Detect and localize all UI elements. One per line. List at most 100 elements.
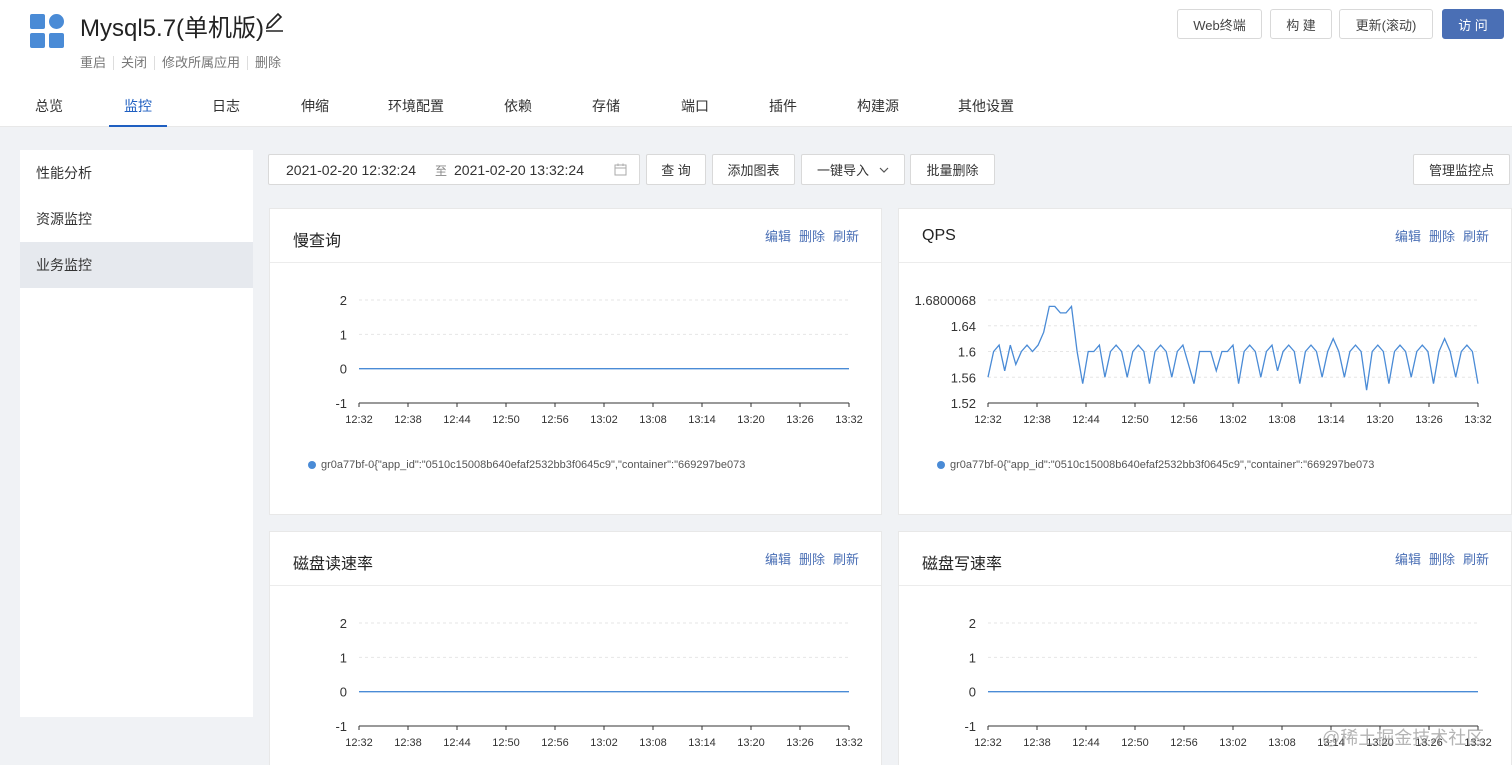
x-tick-label: 13:20 [1366,414,1394,426]
delete-link[interactable]: 删除 [247,56,288,70]
slow-query-chart: 2 1 0 -1 12:32 12:38 12:44 12:50 12:56 13:02 13:08… [335,293,862,426]
delete-chart-link[interactable]: 删除 [1429,552,1455,567]
watermark: @稀土掘金技术社区 [1322,728,1485,748]
sidebar-item-resource[interactable]: 资源监控 [20,196,253,242]
delete-chart-link[interactable]: 删除 [799,229,825,244]
x-tick-label: 12:38 [394,414,422,426]
change-app-link[interactable]: 修改所属应用 [154,56,247,70]
tab-logs[interactable]: 日志 [198,86,254,127]
build-button[interactable]: 构 建 [1270,9,1332,39]
qps-chart: 1.6800068 1.64 1.6 1.56 1.52 12:32 12:38 12:44 1… [915,293,1492,426]
x-tick-label: 12:38 [1023,737,1051,749]
edit-chart-link[interactable]: 编辑 [1395,552,1421,567]
legend-label: gr0a77bf-0{"app_id":"0510c15008b640efaf2… [950,459,1375,471]
chart-legend[interactable]: gr0a77bf-0{"app_id":"0510c15008b640efaf2… [937,459,1455,471]
x-tick-label: 12:56 [1170,737,1198,749]
x-tick-label: 13:08 [639,414,667,426]
x-tick-label: 12:32 [974,737,1002,749]
update-button[interactable]: 更新(滚动) [1339,9,1433,39]
x-tick-label: 12:56 [541,737,569,749]
x-tick-label: 12:56 [1170,414,1198,426]
legend-label: gr0a77bf-0{"app_id":"0510c15008b640efaf2… [321,459,746,471]
x-tick-label: 12:50 [492,414,520,426]
app-logo-icon [30,14,66,50]
x-tick-label: 13:02 [590,737,618,749]
panel-actions: 编辑 删除 刷新 [757,549,859,568]
delete-chart-link[interactable]: 删除 [799,552,825,567]
x-tick-label: 13:26 [786,737,814,749]
tab-other-settings[interactable]: 其他设置 [950,86,1022,127]
manage-monitor-points-button[interactable]: 管理监控点 [1413,154,1510,185]
legend-dot [937,461,945,469]
tab-scaling[interactable]: 伸缩 [287,86,343,127]
x-tick-label: 12:50 [492,737,520,749]
chart-panel-qps: QPS 编辑 删除 刷新 1.6800068 1.64 1.6 1.56 1.52 12:32… [898,208,1512,515]
refresh-chart-link[interactable]: 刷新 [833,229,859,244]
x-tick-label: 12:32 [974,414,1002,426]
edit-chart-link[interactable]: 编辑 [765,552,791,567]
x-tick-label: 12:32 [345,414,373,426]
sidebar-item-performance[interactable]: 性能分析 [20,150,253,196]
import-label: 一键导入 [816,163,869,178]
restart-link[interactable]: 重启 [80,56,113,70]
app-header: Mysql5.7(单机版) 重启 关闭 修改所属应用 删除 Web终端 构 建 更新(… [0,0,1512,127]
x-tick-label: 13:14 [1317,414,1345,426]
y-tick-label: 0 [340,685,347,700]
y-tick-label: 2 [969,616,976,631]
web-terminal-button[interactable]: Web终端 [1177,9,1262,39]
visit-button[interactable]: 访 问 [1442,9,1504,39]
x-tick-label: 13:08 [1268,737,1296,749]
y-tick-label: 1.6 [958,345,976,360]
query-button[interactable]: 查 询 [646,154,706,185]
y-tick-label: -1 [335,719,347,734]
edit-chart-link[interactable]: 编辑 [1395,229,1421,244]
tab-dependencies[interactable]: 依赖 [490,86,546,127]
tab-plugins[interactable]: 插件 [755,86,811,127]
tab-overview[interactable]: 总览 [20,86,78,127]
y-tick-label: -1 [335,396,347,411]
refresh-chart-link[interactable]: 刷新 [1463,552,1489,567]
y-tick-label: 2 [340,293,347,308]
tab-ports[interactable]: 端口 [667,86,723,127]
tab-env-config[interactable]: 环境配置 [376,86,456,127]
panel-title: QPS [922,227,956,244]
x-tick-label: 12:44 [443,414,471,426]
x-tick-label: 13:32 [1464,414,1492,426]
x-tick-label: 12:50 [1121,414,1149,426]
chart-legend[interactable]: gr0a77bf-0{"app_id":"0510c15008b640efaf2… [308,459,826,471]
end-time[interactable]: 2021-02-20 13:32:24 [454,162,584,178]
start-time[interactable]: 2021-02-20 12:32:24 [286,162,416,178]
panel-title: 磁盘读速率 [293,556,374,573]
edit-title-icon[interactable] [263,11,285,33]
x-tick-label: 13:20 [737,737,765,749]
y-tick-label: 1.52 [951,396,976,411]
close-link[interactable]: 关闭 [113,56,154,70]
y-tick-label: 1 [969,650,976,665]
monitor-sidebar: 性能分析 资源监控 业务监控 [20,150,253,717]
chart-panel-slow-query: 慢查询 编辑 删除 刷新 2 1 0 -1 12:32 12:38 12:44 12:50 12:5… [269,208,882,515]
tab-storage[interactable]: 存储 [578,86,634,127]
x-tick-label: 12:38 [1023,414,1051,426]
panel-actions: 编辑 删除 刷新 [1387,226,1489,245]
edit-chart-link[interactable]: 编辑 [765,229,791,244]
refresh-chart-link[interactable]: 刷新 [1463,229,1489,244]
panel-title: 慢查询 [293,233,342,250]
y-tick-label: -1 [964,719,976,734]
import-dropdown[interactable]: 一键导入 [801,154,905,185]
x-tick-label: 12:44 [1072,414,1100,426]
refresh-chart-link[interactable]: 刷新 [833,552,859,567]
add-chart-button[interactable]: 添加图表 [712,154,795,185]
delete-chart-link[interactable]: 删除 [1429,229,1455,244]
sidebar-item-business[interactable]: 业务监控 [20,242,253,288]
x-tick-label: 13:20 [737,414,765,426]
panel-actions: 编辑 删除 刷新 [757,226,859,245]
tab-monitor[interactable]: 监控 [109,86,167,127]
batch-delete-button[interactable]: 批量删除 [910,154,995,185]
calendar-icon[interactable] [614,163,627,176]
y-tick-label: 1 [340,327,347,342]
x-tick-label: 13:02 [1219,737,1247,749]
date-range-picker[interactable]: 2021-02-20 12:32:24 至 2021-02-20 13:32:2… [268,154,640,185]
tab-build-source[interactable]: 构建源 [848,86,908,127]
x-tick-label: 13:02 [590,414,618,426]
x-tick-label: 12:56 [541,414,569,426]
